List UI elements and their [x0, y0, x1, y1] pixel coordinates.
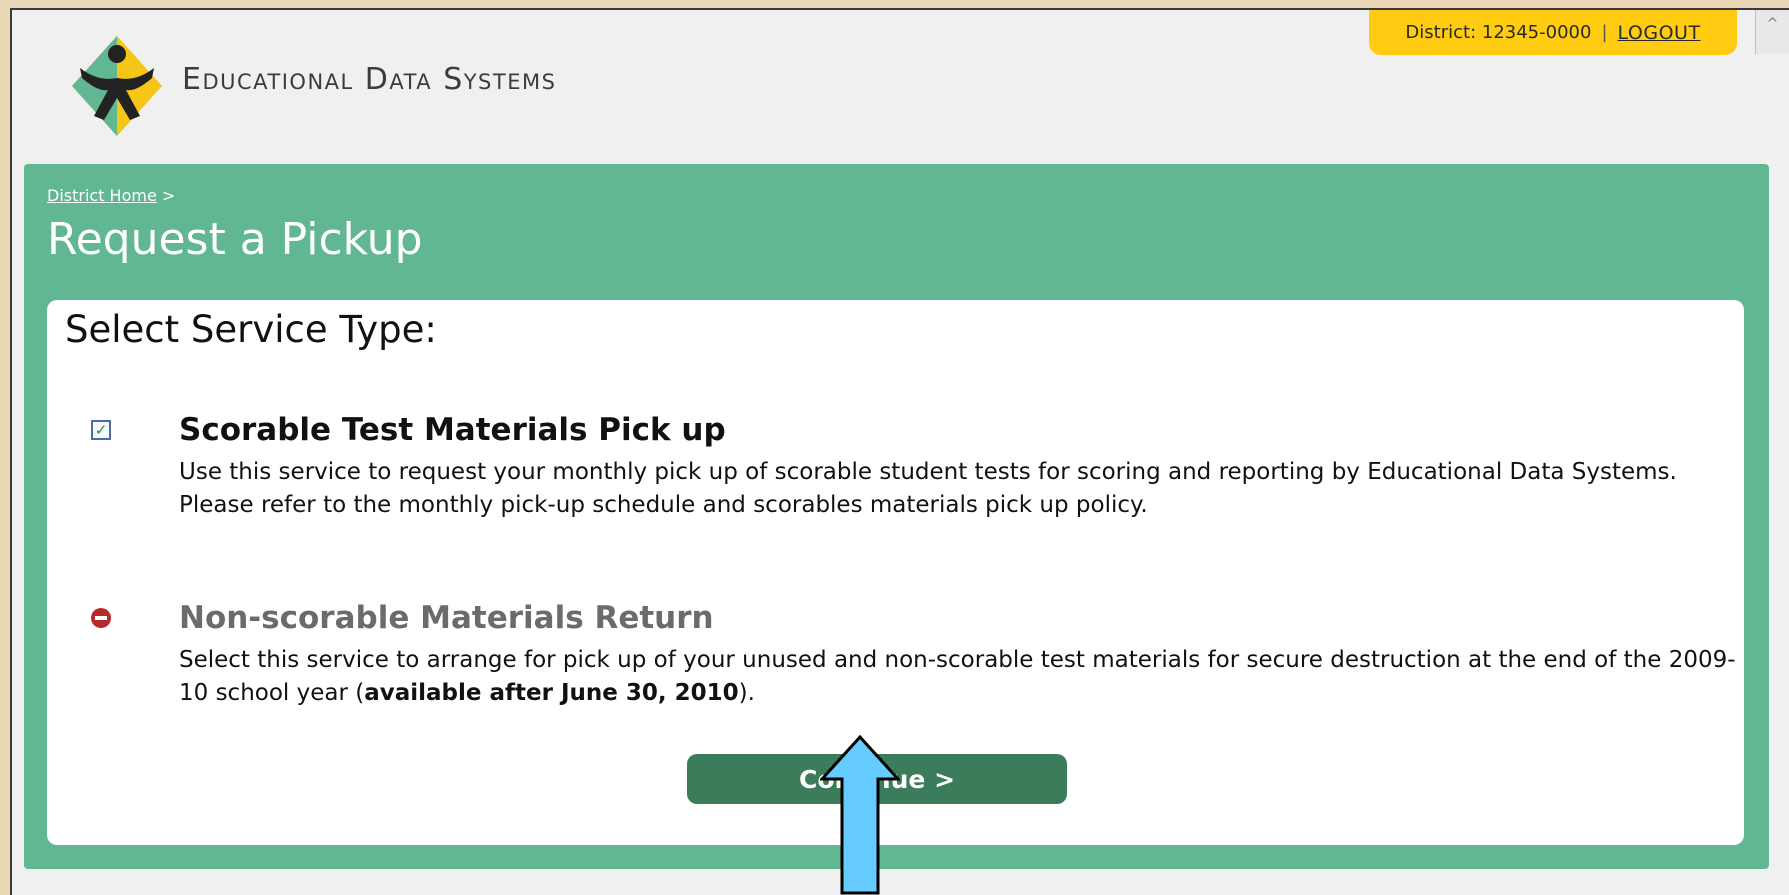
option-description: Use this service to request your monthly… [179, 459, 1677, 518]
option-title: Scorable Test Materials Pick up [179, 412, 726, 448]
no-entry-icon [91, 608, 111, 628]
district-id: District: 12345-0000 [1405, 22, 1592, 43]
separator: | [1601, 22, 1608, 43]
option-description: Select this service to arrange for pick … [179, 644, 1739, 710]
checkbox-checked-icon[interactable]: ✓ [91, 420, 111, 440]
district-bar: District: 12345-0000 | LOGOUT [1369, 10, 1737, 55]
up-arrow-icon [820, 735, 900, 895]
breadcrumb-district-home[interactable]: District Home [47, 186, 157, 205]
header: Educational Data Systems District: 12345… [12, 10, 1789, 164]
page-title: Request a Pickup [47, 214, 423, 265]
edu-logo-icon [72, 36, 162, 136]
card-heading: Select Service Type: [65, 308, 437, 351]
description-end: ). [738, 680, 755, 706]
option-title: Non-scorable Materials Return [179, 600, 714, 636]
scrollbar-up-arrow[interactable]: ^ [1755, 10, 1789, 54]
availability-date: available after June 30, 2010 [364, 680, 739, 706]
brand-name: Educational Data Systems [182, 62, 557, 97]
breadcrumb: District Home > [47, 186, 175, 205]
logout-link[interactable]: LOGOUT [1618, 22, 1701, 44]
breadcrumb-separator: > [161, 186, 176, 205]
